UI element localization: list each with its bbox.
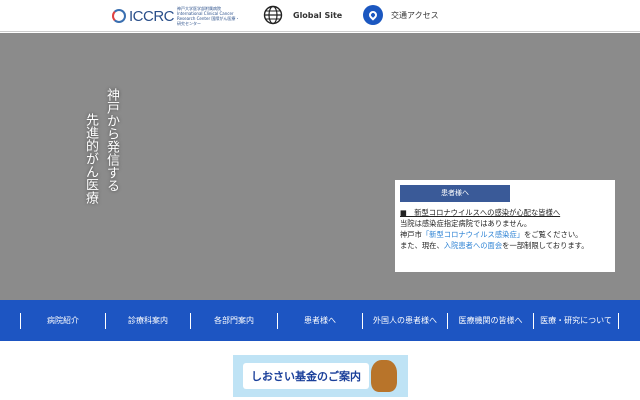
- nav-patients[interactable]: 患者様へ: [277, 312, 362, 329]
- global-site-link[interactable]: Global Site: [263, 5, 342, 25]
- notice-line-1: 当院は感染症指定病院ではありません。: [400, 219, 532, 228]
- notice-text: 神戸市: [400, 230, 422, 239]
- iccrc-logo[interactable]: ICCRC 神戸大学医学部附属病院 International Clinical…: [112, 6, 242, 26]
- patients-button[interactable]: 患者様へ: [400, 185, 510, 202]
- slogan-line-2: 先進的がん医療: [83, 113, 98, 204]
- notice-box: 患者様へ ■ 新型コロナウイルスへの感染が心配な皆様へ 当院は感染症指定病院では…: [395, 180, 615, 272]
- header: ICCRC 神戸大学医学部附属病院 International Clinical…: [0, 0, 640, 32]
- access-link[interactable]: 交通アクセス: [363, 5, 439, 25]
- slogan-line-1: 神戸から発信する: [104, 88, 119, 192]
- nav-divisions[interactable]: 各部門案内: [190, 312, 277, 329]
- boar-mascot-icon: [371, 360, 397, 392]
- notice-text: を一部制限しております。: [502, 241, 589, 250]
- notice-line-3: また、現在、入院患者への面会を一部制限しております。: [400, 240, 610, 251]
- kobe-covid-link[interactable]: 「新型コロナウイルス感染症」: [422, 230, 524, 239]
- logo-subtitle: 神戸大学医学部附属病院 International Clinical Cance…: [177, 6, 240, 26]
- nav-hospital-intro[interactable]: 病院紹介: [20, 312, 105, 329]
- notice-line-2: 神戸市「新型コロナウイルス感染症」をご覧ください。: [400, 229, 610, 240]
- logo-text: ICCRC: [129, 7, 175, 25]
- globe-icon: [263, 5, 283, 25]
- covid-notice-title[interactable]: ■ 新型コロナウイルスへの感染が心配な皆様へ: [400, 207, 610, 218]
- nav-foreign-patients[interactable]: 外国人の患者様へ: [362, 312, 447, 329]
- shiosai-fund-banner[interactable]: しおさい基金のご案内: [233, 355, 408, 397]
- notice-text: また、現在、: [400, 241, 444, 250]
- notice-text: をご覧ください。: [524, 230, 583, 239]
- visitation-link[interactable]: 入院患者への面会: [444, 241, 502, 250]
- nav-medical-research[interactable]: 医療・研究について: [533, 312, 619, 329]
- banner-text: しおさい基金のご案内: [243, 363, 369, 389]
- global-site-label: Global Site: [293, 10, 343, 20]
- nav-departments[interactable]: 診療科案内: [105, 312, 190, 329]
- nav-medical-institutions[interactable]: 医療機関の皆様へ: [447, 312, 533, 329]
- main-nav: 病院紹介 診療科案内 各部門案内 患者様へ 外国人の患者様へ 医療機関の皆様へ …: [0, 300, 640, 341]
- logo-mark-icon: [112, 9, 126, 23]
- map-pin-icon: [363, 5, 383, 25]
- access-label: 交通アクセス: [391, 10, 439, 20]
